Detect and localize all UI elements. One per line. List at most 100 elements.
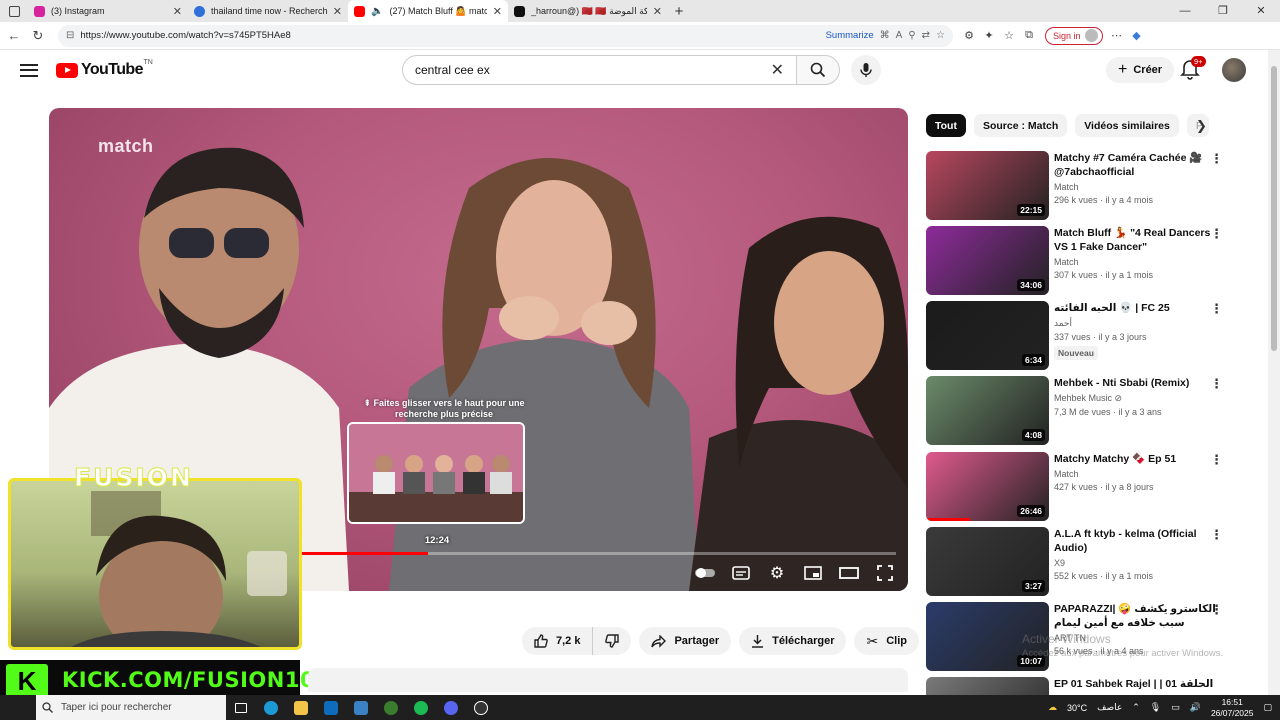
- create-button[interactable]: + Créer: [1106, 57, 1175, 83]
- channel-name[interactable]: Match: [1054, 257, 1216, 267]
- video-title[interactable]: PAPARAZZI| 🤪 الكاسترو يكشف سبب خلافه مع …: [1054, 602, 1216, 630]
- discord-icon[interactable]: [436, 695, 466, 720]
- tab-youtube[interactable]: 🔈 (27) Match Bluff 🤷 match t ✕: [348, 0, 508, 22]
- collections-icon[interactable]: ⧉: [1019, 29, 1039, 42]
- more-options-icon[interactable]: ⋮: [1210, 151, 1223, 167]
- menu-icon[interactable]: [20, 63, 38, 77]
- channel-name[interactable]: أحمد: [1054, 318, 1216, 329]
- share-button[interactable]: Partager: [639, 627, 732, 655]
- video-thumbnail[interactable]: 3:27: [926, 527, 1049, 596]
- microphone-icon[interactable]: 🎙: [1150, 702, 1161, 713]
- taskbar-search[interactable]: Taper ici pour rechercher: [36, 695, 226, 720]
- video-thumbnail[interactable]: 4:08: [926, 376, 1049, 445]
- reload-icon[interactable]: ↻: [26, 28, 50, 44]
- close-icon[interactable]: ✕: [653, 5, 662, 18]
- miniplayer-icon[interactable]: [802, 564, 824, 582]
- recommended-video[interactable]: 22:15 Matchy #7 Caméra Cachée 🎥 @7abchaof…: [926, 151, 1256, 221]
- favorite-star-icon[interactable]: ☆: [936, 30, 945, 41]
- chevron-right-icon[interactable]: ❯: [1196, 118, 1207, 134]
- speaker-icon[interactable]: 🔈: [371, 6, 383, 17]
- search-button[interactable]: [796, 55, 840, 85]
- zoom-icon[interactable]: ⚲: [908, 30, 915, 41]
- xbox-icon[interactable]: [376, 695, 406, 720]
- clip-button[interactable]: ✂ Clip: [854, 627, 919, 655]
- channel-name[interactable]: X9: [1054, 558, 1216, 568]
- description-box[interactable]: [308, 668, 908, 692]
- chip-source[interactable]: Source : Match: [973, 114, 1068, 137]
- recommended-video[interactable]: 26:46 Matchy Matchy 🍫 Ep 51 Match 427 k vue…: [926, 452, 1256, 522]
- recommended-video[interactable]: 6:34 الحبه الفائته 💀 | FC 25 أحمد 337 vues …: [926, 301, 1256, 371]
- avatar[interactable]: [1222, 58, 1246, 82]
- video-title[interactable]: EP 01 Sahbek Rajel | | 01 الحلقة: [1054, 677, 1216, 691]
- tab-search[interactable]: thailand time now - Recherche ✕: [188, 0, 348, 22]
- like-button[interactable]: 7,2 k: [522, 627, 594, 655]
- new-tab-button[interactable]: +: [668, 3, 690, 20]
- url-text[interactable]: https://www.youtube.com/watch?v=s745PT5H…: [80, 30, 819, 41]
- video-title[interactable]: A.L.A ft ktyb - kelma (Official Audio): [1054, 527, 1216, 555]
- subtitles-icon[interactable]: [730, 564, 752, 582]
- puzzle-icon[interactable]: ✦: [979, 29, 999, 42]
- weather-icon[interactable]: ☁: [1048, 702, 1057, 713]
- chevron-up-icon[interactable]: ⌃: [1132, 702, 1140, 713]
- translate-icon[interactable]: ⇄: [922, 30, 930, 41]
- youtube-logo[interactable]: YouTube TN: [56, 59, 153, 79]
- video-thumbnail[interactable]: 6:34: [926, 301, 1049, 370]
- recommended-video[interactable]: 4:08 Mehbek - Nti Sbabi (Remix) Mehbek Mus…: [926, 376, 1256, 446]
- more-options-icon[interactable]: ⋮: [1210, 301, 1223, 317]
- tab-tiktok[interactable]: _harroun@) 🇲🇦 🇲🇦 ملكة الموضة ✕: [508, 0, 668, 22]
- close-icon[interactable]: ✕: [333, 5, 342, 18]
- maximize-icon[interactable]: ❐: [1204, 0, 1242, 22]
- video-title[interactable]: Matchy Matchy 🍫 Ep 51: [1054, 452, 1216, 466]
- channel-name[interactable]: Mehbek Music ⊘: [1054, 393, 1216, 404]
- video-title[interactable]: الحبه الفائته 💀 | FC 25: [1054, 301, 1216, 315]
- network-icon[interactable]: ▭: [1171, 702, 1180, 713]
- minimize-icon[interactable]: —: [1166, 0, 1204, 22]
- notifications-button[interactable]: 9+: [1180, 56, 1206, 82]
- video-thumbnail[interactable]: 34:06: [926, 226, 1049, 295]
- site-info-icon[interactable]: ⊟: [66, 30, 74, 41]
- read-aloud-icon[interactable]: A: [896, 30, 903, 41]
- extension-icon[interactable]: ⚙: [959, 29, 979, 42]
- temperature[interactable]: 30°C: [1067, 703, 1087, 713]
- clock[interactable]: 16:51 26/07/2025: [1211, 697, 1254, 719]
- chip-all[interactable]: Tout: [926, 114, 966, 137]
- file-explorer-icon[interactable]: [286, 695, 316, 720]
- video-thumbnail[interactable]: 26:46: [926, 452, 1049, 521]
- task-view-icon[interactable]: [226, 695, 256, 720]
- notification-center-icon[interactable]: ▢: [1263, 702, 1272, 713]
- copilot-icon[interactable]: ◆: [1127, 29, 1147, 42]
- back-icon[interactable]: ←: [2, 28, 26, 43]
- download-button[interactable]: Télécharger: [739, 627, 847, 655]
- reader-icon[interactable]: ⌘: [880, 30, 890, 41]
- recommended-video[interactable]: 3:27 A.L.A ft ktyb - kelma (Official Audi…: [926, 527, 1256, 597]
- spotify-icon[interactable]: [406, 695, 436, 720]
- close-icon[interactable]: ✕: [493, 5, 502, 18]
- more-options-icon[interactable]: ⋮: [1210, 602, 1223, 618]
- favorites-icon[interactable]: ☆: [999, 29, 1019, 42]
- page-scrollbar[interactable]: [1268, 50, 1280, 695]
- more-options-icon[interactable]: ⋮: [1210, 452, 1223, 468]
- outlook-icon[interactable]: [316, 695, 346, 720]
- autoplay-toggle-icon[interactable]: [694, 564, 716, 582]
- weather-label[interactable]: عاصف: [1097, 702, 1122, 713]
- scrollbar-thumb[interactable]: [1271, 66, 1277, 351]
- more-options-icon[interactable]: ⋮: [1210, 376, 1223, 392]
- video-thumbnail[interactable]: 22:15: [926, 151, 1049, 220]
- theater-mode-icon[interactable]: [838, 564, 860, 582]
- summarize-button[interactable]: Summarize: [826, 30, 874, 41]
- video-title[interactable]: Match Bluff 💃 "4 Real Dancers VS 1 Fake …: [1054, 226, 1216, 254]
- more-icon[interactable]: ⋯: [1107, 29, 1127, 42]
- address-bar[interactable]: ⊟ https://www.youtube.com/watch?v=s745PT…: [58, 24, 953, 47]
- chip-similar[interactable]: Vidéos similaires: [1075, 114, 1179, 137]
- search-query[interactable]: central cee ex: [415, 63, 490, 77]
- more-options-icon[interactable]: ⋮: [1210, 527, 1223, 543]
- edge-icon[interactable]: [256, 695, 286, 720]
- tab-actions-icon[interactable]: [0, 0, 28, 22]
- close-window-icon[interactable]: ✕: [1242, 0, 1280, 22]
- tab-instagram[interactable]: (3) Instagram ✕: [28, 0, 188, 22]
- close-icon[interactable]: ✕: [173, 5, 182, 18]
- video-title[interactable]: Matchy #7 Caméra Cachée 🎥 @7abchaofficia…: [1054, 151, 1216, 179]
- dislike-button[interactable]: [593, 627, 632, 655]
- channel-name[interactable]: Match: [1054, 469, 1216, 479]
- channel-name[interactable]: Match: [1054, 182, 1216, 192]
